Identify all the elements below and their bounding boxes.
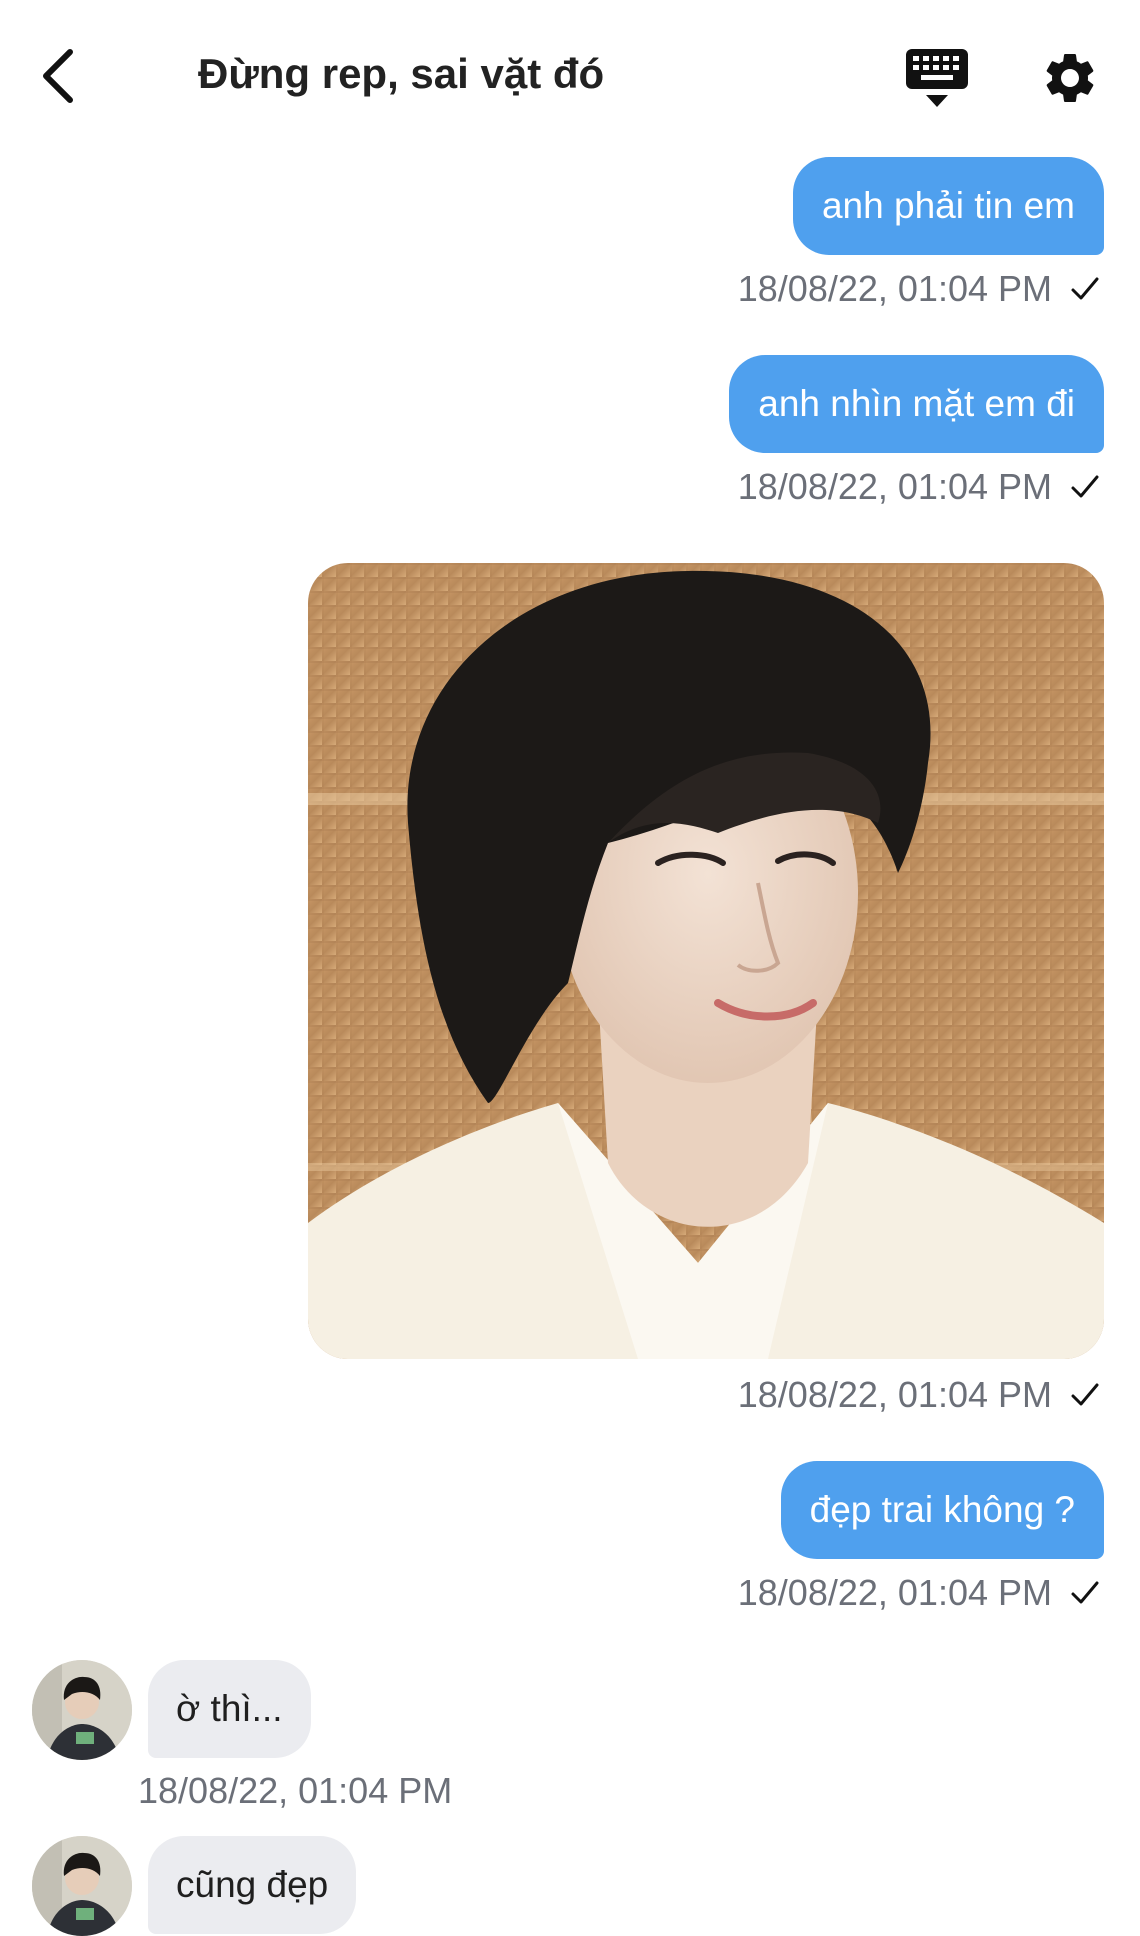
check-icon	[1071, 475, 1099, 498]
settings-button[interactable]	[1040, 48, 1100, 108]
avatar-image	[32, 1660, 132, 1760]
portrait-image	[308, 563, 1104, 1359]
chat-title: Đừng rep, sai vặt đó	[198, 50, 605, 97]
message-timestamp: 18/08/22, 01:04 PM	[738, 268, 1100, 310]
timestamp-text: 18/08/22, 01:04 PM	[737, 1374, 1052, 1415]
message-text: anh phải tin em	[821, 185, 1075, 226]
incoming-message-bubble[interactable]: ờ thì...	[148, 1660, 311, 1758]
avatar-image	[32, 1836, 132, 1936]
message-text: anh nhìn mặt em đi	[758, 383, 1075, 424]
timestamp-text: 18/08/22, 01:04 PM	[737, 466, 1052, 507]
gear-icon	[1046, 53, 1094, 102]
timestamp-text: 18/08/22, 01:04 PM	[737, 1572, 1052, 1613]
incoming-message-bubble[interactable]: cũng đẹp	[148, 1836, 357, 1934]
message-text: ờ thì...	[176, 1688, 283, 1729]
outgoing-message-bubble[interactable]: đẹp trai không ?	[780, 1461, 1104, 1559]
message-text: đẹp trai không ?	[809, 1489, 1075, 1530]
message-photo[interactable]	[308, 563, 1104, 1359]
outgoing-message-bubble[interactable]: anh phải tin em	[792, 157, 1104, 255]
timestamp-text: 18/08/22, 01:04 PM	[737, 268, 1052, 309]
check-icon	[1071, 1581, 1099, 1604]
outgoing-message-bubble[interactable]: anh nhìn mặt em đi	[729, 355, 1104, 453]
avatar[interactable]	[32, 1660, 132, 1760]
timestamp-text: 18/08/22, 01:04 PM	[138, 1770, 453, 1811]
keyboard-icon	[906, 49, 968, 107]
avatar[interactable]	[32, 1836, 132, 1936]
message-timestamp: 18/08/22, 01:04 PM	[138, 1770, 452, 1812]
chevron-left-icon	[43, 49, 73, 103]
keyboard-button[interactable]	[902, 45, 972, 111]
check-icon	[1071, 1383, 1099, 1406]
message-timestamp: 18/08/22, 01:04 PM	[738, 1374, 1100, 1416]
message-timestamp: 18/08/22, 01:04 PM	[738, 466, 1100, 508]
message-timestamp: 18/08/22, 01:04 PM	[738, 1572, 1100, 1614]
back-button[interactable]	[34, 40, 94, 112]
check-icon	[1071, 277, 1099, 300]
message-text: cũng đẹp	[176, 1864, 329, 1905]
chat-header: Đừng rep, sai vặt đó	[0, 0, 1140, 150]
